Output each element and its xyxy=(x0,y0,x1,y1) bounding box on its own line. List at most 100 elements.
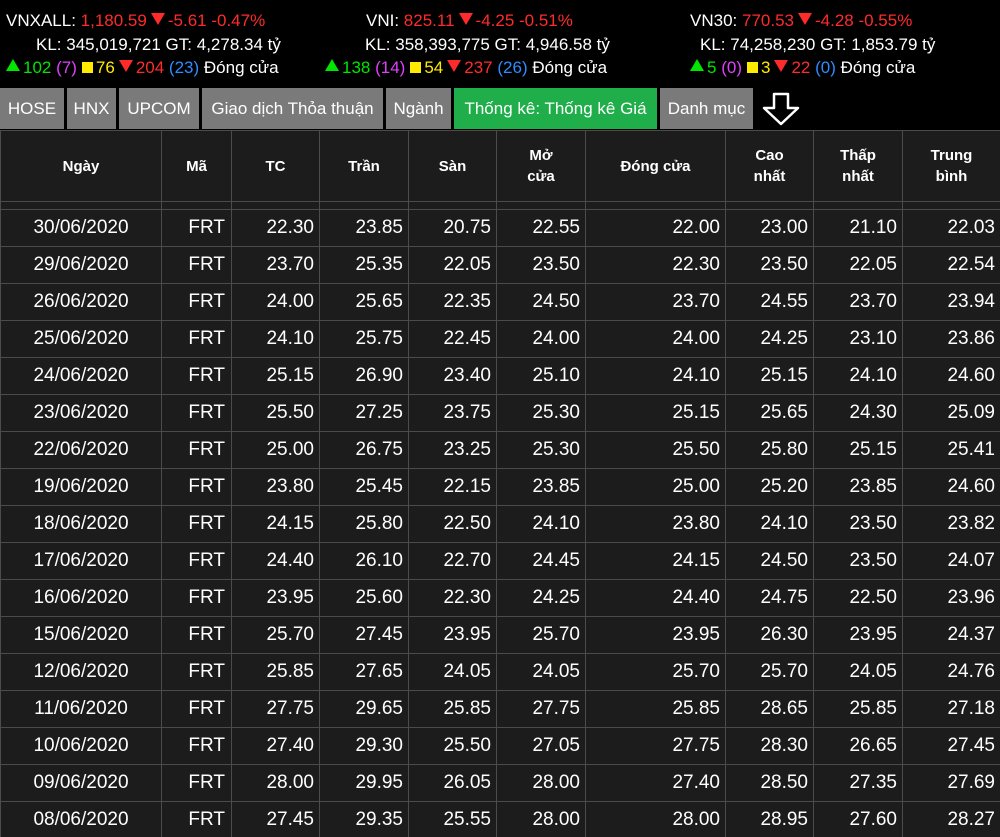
unchanged-square-icon xyxy=(746,62,758,73)
index-volume: 74,258,230 xyxy=(730,35,816,54)
index-vnxall[interactable]: VNXALL: 1,180.59 -5.61 -0.47% KL: 345,019… xyxy=(6,0,356,84)
cell-open: 27.05 xyxy=(496,727,586,765)
tab-price-statistics[interactable]: Thống kê: Thống kê Giá xyxy=(454,88,657,129)
header-average[interactable]: Trung bình xyxy=(902,130,1000,202)
cell-close: 23.80 xyxy=(585,505,726,543)
table-row[interactable]: 08/06/2020 FRT 27.45 29.35 25.55 28.00 28.00 28… xyxy=(0,801,1000,837)
table-row[interactable]: 26/06/2020 FRT 24.00 25.65 22.35 24.50 23.70 24… xyxy=(0,283,1000,321)
cell-floor: 26.05 xyxy=(408,764,497,802)
floor-count: (26) xyxy=(497,58,528,77)
cell-ceiling: 29.65 xyxy=(319,690,409,728)
cell-high: 28.50 xyxy=(725,764,814,802)
tab-negotiated-trades[interactable]: Giao dịch Thỏa thuận xyxy=(202,88,383,129)
tab-watchlist[interactable]: Danh mục xyxy=(660,88,753,129)
table-row[interactable]: 23/06/2020 FRT 25.50 27.25 23.75 25.30 25.15 25… xyxy=(0,394,1000,432)
table-row[interactable]: 22/06/2020 FRT 25.00 26.75 23.25 25.30 25.50 25… xyxy=(0,431,1000,469)
table-spacer-row xyxy=(0,201,1000,210)
cell-reference: 25.50 xyxy=(231,394,320,432)
header-high[interactable]: Cao nhất xyxy=(725,130,814,202)
cell-date: 18/06/2020 xyxy=(0,505,162,543)
gt-label: GT: xyxy=(165,35,192,54)
volume-label: KL: xyxy=(700,35,726,54)
index-change: -4.28 xyxy=(814,11,854,30)
table-row[interactable]: 17/06/2020 FRT 24.40 26.10 22.70 24.45 24.15 24… xyxy=(0,542,1000,580)
header-ceiling[interactable]: Trần xyxy=(319,130,409,202)
cell-average: 23.96 xyxy=(902,579,1000,617)
cell-high: 28.65 xyxy=(725,690,814,728)
table-row[interactable]: 12/06/2020 FRT 25.85 27.65 24.05 24.05 25.70 25… xyxy=(0,653,1000,691)
cell-floor: 23.25 xyxy=(408,431,497,469)
market-status: Đóng cửa xyxy=(840,58,916,77)
cell-low: 23.70 xyxy=(813,283,903,321)
index-title-line: VNXALL: 1,180.59 -5.61 -0.47% xyxy=(6,11,265,31)
price-statistics-table-wrap[interactable]: Ngày Mã TC Trần Sàn Mở cửa Đóng cửa Cao nh… xyxy=(0,130,1000,837)
market-tabs: HOSE HNX UPCOM Giao dịch Thỏa thuận Ngàn… xyxy=(0,88,1000,130)
cell-open: 24.00 xyxy=(496,320,586,358)
header-floor[interactable]: Sàn xyxy=(408,130,497,202)
header-reference[interactable]: TC xyxy=(231,130,320,202)
cell-high: 25.65 xyxy=(725,394,814,432)
table-row[interactable]: 18/06/2020 FRT 24.15 25.80 22.50 24.10 23.80 24… xyxy=(0,505,1000,543)
table-row[interactable]: 16/06/2020 FRT 23.95 25.60 22.30 24.25 24.40 24… xyxy=(0,579,1000,617)
market-status: Đóng cửa xyxy=(203,58,279,77)
cell-close: 24.40 xyxy=(585,579,726,617)
cell-open: 24.05 xyxy=(496,653,586,691)
index-ticker: VNXALL: 1,180.59 -5.61 -0.47% KL: 345,019… xyxy=(0,0,1000,84)
index-volume: 345,019,721 xyxy=(66,35,161,54)
table-header-row: Ngày Mã TC Trần Sàn Mở cửa Đóng cửa Cao nh… xyxy=(0,130,1000,202)
cell-close: 24.00 xyxy=(585,320,726,358)
cell-close: 25.00 xyxy=(585,468,726,506)
cell-high: 25.20 xyxy=(725,468,814,506)
index-change-pct: -0.55% xyxy=(858,11,913,30)
cell-floor: 25.50 xyxy=(408,727,497,765)
cell-date: 25/06/2020 xyxy=(0,320,162,358)
table-row[interactable]: 09/06/2020 FRT 28.00 29.95 26.05 28.00 27.40 28… xyxy=(0,764,1000,802)
table-row[interactable]: 24/06/2020 FRT 25.15 26.90 23.40 25.10 24.10 25… xyxy=(0,357,1000,395)
cell-ceiling: 25.65 xyxy=(319,283,409,321)
tab-upcom[interactable]: UPCOM xyxy=(119,88,199,129)
header-open[interactable]: Mở cửa xyxy=(496,130,586,202)
cell-open: 24.50 xyxy=(496,283,586,321)
table-row[interactable]: 10/06/2020 FRT 27.40 29.30 25.50 27.05 27.75 28… xyxy=(0,727,1000,765)
cell-close: 23.70 xyxy=(585,283,726,321)
cell-high: 28.95 xyxy=(725,801,814,837)
cell-reference: 24.00 xyxy=(231,283,320,321)
header-date[interactable]: Ngày xyxy=(0,130,162,202)
tab-hose[interactable]: HOSE xyxy=(0,88,64,129)
index-vn30[interactable]: VN30: 770.53 -4.28 -0.55% KL: 74,258,230 … xyxy=(688,0,1000,84)
index-name: VN30: xyxy=(690,11,738,30)
cell-code: FRT xyxy=(161,431,232,469)
cell-code: FRT xyxy=(161,320,232,358)
header-code[interactable]: Mã xyxy=(161,130,232,202)
up-triangle-icon xyxy=(690,59,704,71)
cell-date: 12/06/2020 xyxy=(0,653,162,691)
cell-reference: 23.70 xyxy=(231,246,320,284)
table-row[interactable]: 19/06/2020 FRT 23.80 25.45 22.15 23.85 25.00 25… xyxy=(0,468,1000,506)
gt-label: GT: xyxy=(820,35,847,54)
tab-hnx[interactable]: HNX xyxy=(67,88,116,129)
header-close[interactable]: Đóng cửa xyxy=(585,130,726,202)
cell-low: 24.05 xyxy=(813,653,903,691)
cell-ceiling: 25.75 xyxy=(319,320,409,358)
table-row[interactable]: 29/06/2020 FRT 23.70 25.35 22.05 23.50 22.30 23… xyxy=(0,246,1000,284)
down-triangle-icon xyxy=(150,13,165,25)
table-row[interactable]: 11/06/2020 FRT 27.75 29.65 25.85 27.75 25.85 28… xyxy=(0,690,1000,728)
table-row[interactable]: 15/06/2020 FRT 25.70 27.45 23.95 25.70 23.95 26… xyxy=(0,616,1000,654)
cell-code: FRT xyxy=(161,394,232,432)
cell-close: 28.00 xyxy=(585,801,726,837)
volume-label: KL: xyxy=(365,35,391,54)
index-vni[interactable]: VNI: 825.11 -4.25 -0.51% KL: 358,393,775 … xyxy=(325,0,686,84)
cell-low: 26.65 xyxy=(813,727,903,765)
header-low[interactable]: Thấp nhất xyxy=(813,130,903,202)
cell-open: 24.45 xyxy=(496,542,586,580)
cell-open: 23.85 xyxy=(496,468,586,506)
table-row[interactable]: 30/06/2020 FRT 22.30 23.85 20.75 22.55 22.00 23… xyxy=(0,209,1000,247)
table-row[interactable]: 25/06/2020 FRT 24.10 25.75 22.45 24.00 24.00 24… xyxy=(0,320,1000,358)
cell-reference: 23.80 xyxy=(231,468,320,506)
index-value: 1,180.59 xyxy=(80,11,147,30)
price-statistics-table: Ngày Mã TC Trần Sàn Mở cửa Đóng cửa Cao nh… xyxy=(0,130,1000,837)
more-tabs-button[interactable] xyxy=(760,91,802,127)
cell-date: 19/06/2020 xyxy=(0,468,162,506)
cell-reference: 24.10 xyxy=(231,320,320,358)
tab-sectors[interactable]: Ngành xyxy=(386,88,451,129)
